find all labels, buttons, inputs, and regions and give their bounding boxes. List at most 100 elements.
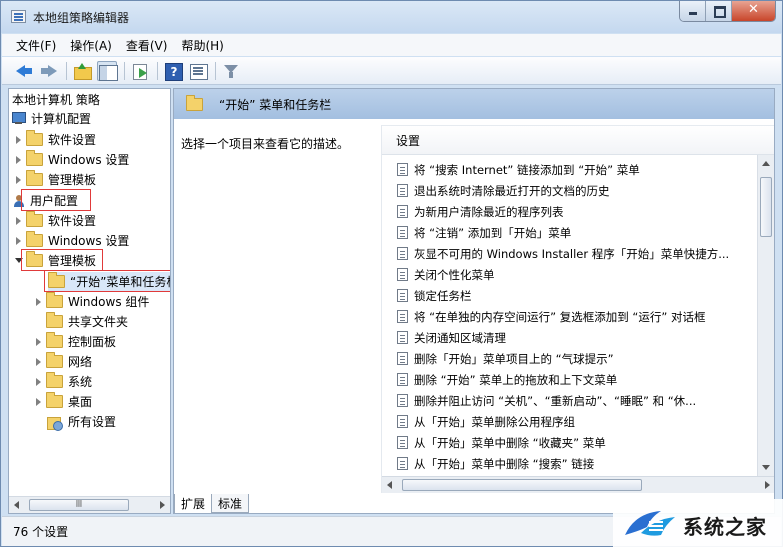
- tree-item-system[interactable]: 系统: [34, 372, 92, 391]
- tree-label: 共享文件夹: [68, 315, 129, 329]
- scroll-left-arrow-icon[interactable]: [387, 481, 392, 489]
- list-item[interactable]: 删除 “开始” 菜单上的拖放和上下文菜单: [397, 369, 755, 390]
- tree-computer-config[interactable]: 计算机配置: [12, 109, 91, 128]
- tree-horizontal-scrollbar[interactable]: [9, 496, 170, 513]
- tree-label: 所有设置: [68, 415, 117, 429]
- column-header-setting[interactable]: 设置: [382, 125, 774, 155]
- maximize-button[interactable]: [706, 1, 732, 21]
- forward-arrow-icon[interactable]: [39, 61, 59, 81]
- tree-item-all-settings[interactable]: 所有设置: [46, 412, 116, 431]
- show-hide-tree-icon[interactable]: [97, 60, 118, 81]
- menu-view[interactable]: 查看(V): [126, 37, 168, 54]
- tree-item-windows-settings[interactable]: Windows 设置: [14, 150, 129, 169]
- list-item[interactable]: 将 “在单独的内存空间运行” 复选框添加到 “运行” 对话框: [397, 306, 755, 327]
- tree-item-shared-folders[interactable]: 共享文件夹: [46, 312, 128, 331]
- scroll-up-arrow-icon[interactable]: [762, 161, 770, 166]
- list-item[interactable]: 灰显不可用的 Windows Installer 程序「开始」菜单快捷方...: [397, 243, 755, 264]
- tab-standard[interactable]: 标准: [211, 494, 250, 513]
- scrollbar-thumb[interactable]: [402, 479, 642, 491]
- tree-item-network[interactable]: 网络: [34, 352, 92, 371]
- expand-arrow-icon[interactable]: [14, 150, 23, 169]
- back-arrow-icon[interactable]: [14, 61, 34, 81]
- folder-icon: [46, 372, 63, 388]
- filter-icon[interactable]: [221, 61, 241, 81]
- scroll-left-arrow-icon[interactable]: [14, 501, 19, 509]
- list-item[interactable]: 关闭个性化菜单: [397, 264, 755, 285]
- folder-icon: [46, 292, 63, 308]
- settings-vertical-scrollbar[interactable]: [757, 155, 774, 476]
- tree-item-software-settings[interactable]: 软件设置: [14, 211, 96, 230]
- list-item[interactable]: 退出系统时清除最近打开的文档的历史: [397, 180, 755, 201]
- scrollbar-thumb[interactable]: [760, 177, 772, 237]
- menu-action[interactable]: 操作(A): [70, 37, 112, 54]
- tree-item-admin-templates[interactable]: 管理模板: [14, 170, 96, 189]
- folder-icon: [26, 231, 43, 247]
- list-item[interactable]: 关闭通知区域清理: [397, 327, 755, 348]
- window-title: 本地组策略编辑器: [33, 11, 130, 25]
- policy-setting-icon: [397, 226, 408, 239]
- tree-item-software-settings[interactable]: 软件设置: [14, 130, 96, 149]
- tree-label: 软件设置: [48, 133, 97, 147]
- scroll-right-arrow-icon[interactable]: [160, 501, 165, 509]
- minimize-button[interactable]: [680, 1, 706, 21]
- list-item[interactable]: 从「开始」菜单中删除 “搜索” 链接: [397, 453, 755, 474]
- list-item[interactable]: 从「开始」菜单中删除 “收藏夹” 菜单: [397, 432, 755, 453]
- list-item[interactable]: 锁定任务栏: [397, 285, 755, 306]
- list-item[interactable]: 从「开始」菜单删除公用程序组: [397, 411, 755, 432]
- watermark-logo: 系统之家: [613, 499, 783, 547]
- up-folder-icon[interactable]: [72, 61, 92, 81]
- folder-icon: [46, 392, 63, 408]
- help-icon[interactable]: [163, 61, 183, 81]
- logo-text: 系统之家: [683, 515, 767, 539]
- app-icon: [11, 10, 26, 23]
- expand-arrow-icon[interactable]: [34, 372, 43, 391]
- policy-setting-icon: [397, 205, 408, 218]
- details-pane: “开始” 菜单和任务栏 选择一个项目来查看它的描述。 设置 将 “搜索 Inte…: [173, 88, 775, 514]
- scroll-right-arrow-icon[interactable]: [765, 481, 770, 489]
- tree-label: 桌面: [68, 395, 93, 409]
- list-item[interactable]: 将 “搜索 Internet” 链接添加到 “开始” 菜单: [397, 159, 755, 180]
- policy-setting-icon: [397, 457, 408, 470]
- tree-label: Windows 设置: [48, 153, 130, 167]
- view-tabs: 扩展 标准: [174, 494, 250, 513]
- expand-arrow-icon[interactable]: [34, 352, 43, 371]
- menu-bar: 文件(F) 操作(A) 查看(V) 帮助(H): [2, 34, 781, 56]
- tree-label: 控制面板: [68, 335, 117, 349]
- tree-item-control-panel[interactable]: 控制面板: [34, 332, 116, 351]
- tree-item-windows-settings[interactable]: Windows 设置: [14, 231, 129, 250]
- highlight-box: [21, 189, 91, 211]
- computer-icon: [12, 112, 26, 125]
- expand-arrow-icon[interactable]: [14, 130, 23, 149]
- list-item[interactable]: 删除并阻止访问 “关机”、“重新启动”、“睡眠” 和 “休...: [397, 390, 755, 411]
- menu-file[interactable]: 文件(F): [16, 37, 56, 54]
- tree-label: 管理模板: [48, 173, 97, 187]
- settings-horizontal-scrollbar[interactable]: [382, 476, 774, 493]
- policy-setting-icon: [397, 268, 408, 281]
- all-settings-icon: [46, 414, 63, 431]
- export-list-icon[interactable]: [130, 61, 150, 81]
- view-icon[interactable]: [188, 61, 208, 81]
- tab-extended[interactable]: 扩展: [174, 494, 213, 513]
- tree-label: 系统: [68, 375, 93, 389]
- menu-help[interactable]: 帮助(H): [181, 37, 223, 54]
- scroll-down-arrow-icon[interactable]: [762, 465, 770, 470]
- logo-icon: [625, 511, 675, 536]
- details-title: “开始” 菜单和任务栏: [219, 97, 332, 112]
- expand-arrow-icon[interactable]: [34, 332, 43, 351]
- expand-arrow-icon[interactable]: [34, 292, 43, 311]
- tree-root[interactable]: 本地计算机 策略: [12, 90, 100, 109]
- title-bar[interactable]: 本地组策略编辑器: [1, 1, 782, 33]
- close-button[interactable]: [732, 1, 775, 21]
- list-item[interactable]: 删除「开始」菜单项目上的 “气球提示”: [397, 348, 755, 369]
- setting-label: 将 “搜索 Internet” 链接添加到 “开始” 菜单: [414, 162, 640, 177]
- scrollbar-thumb[interactable]: [29, 499, 129, 511]
- tree-item-windows-components[interactable]: Windows 组件: [34, 292, 149, 311]
- tree-label: Windows 设置: [48, 234, 130, 248]
- list-item[interactable]: 为新用户清除最近的程序列表: [397, 201, 755, 222]
- expand-arrow-icon[interactable]: [14, 211, 23, 230]
- expand-arrow-icon[interactable]: [14, 170, 23, 189]
- expand-arrow-icon[interactable]: [34, 392, 43, 411]
- tree-item-desktop[interactable]: 桌面: [34, 392, 92, 411]
- list-item[interactable]: 将 “注销” 添加到「开始」菜单: [397, 222, 755, 243]
- expand-arrow-icon[interactable]: [14, 231, 23, 250]
